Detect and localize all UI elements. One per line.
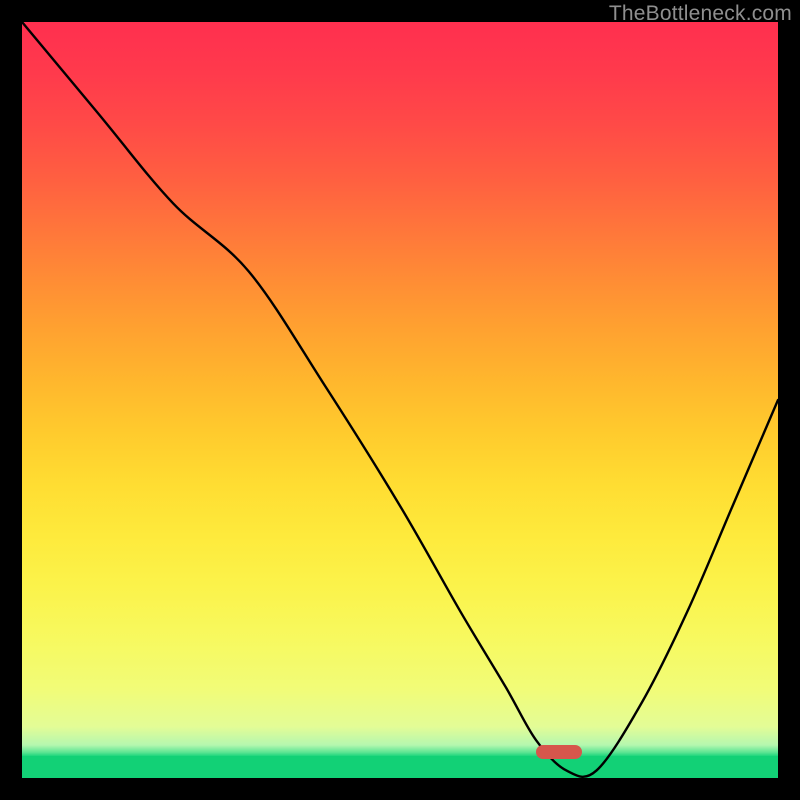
- chart-container: TheBottleneck.com: [0, 0, 800, 800]
- watermark-text: TheBottleneck.com: [609, 2, 792, 26]
- line-curve: [22, 22, 778, 778]
- plot-area: [22, 22, 778, 778]
- bottleneck-marker: [536, 745, 582, 759]
